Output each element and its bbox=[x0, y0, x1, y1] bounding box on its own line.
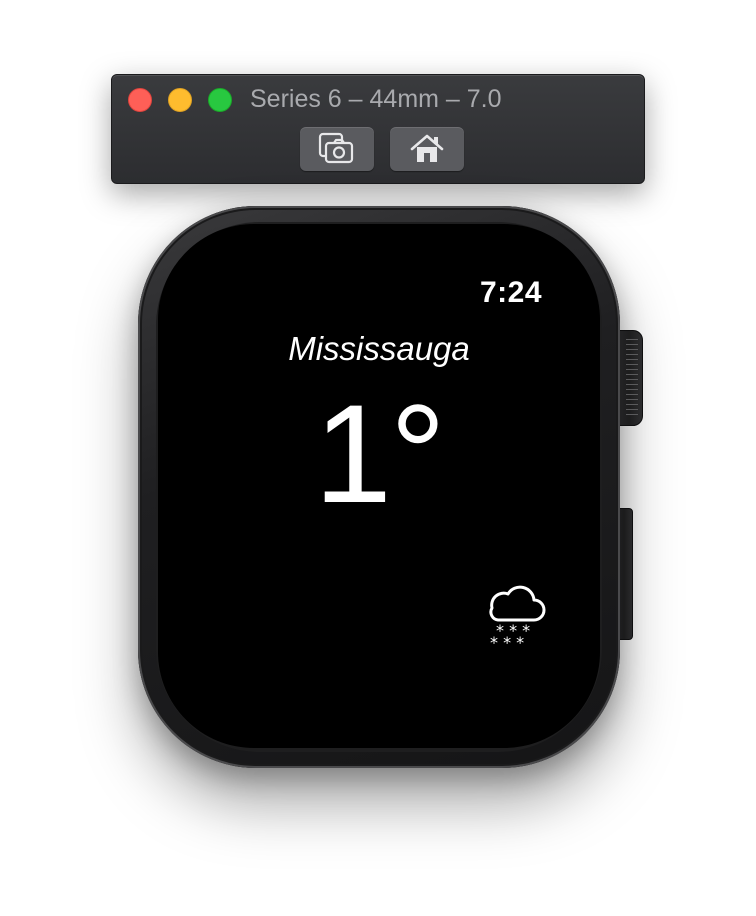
snow-cloud-icon: * * * * * * bbox=[489, 585, 546, 650]
simulator-window: Series 6 – 44mm – 7.0 bbox=[111, 74, 645, 184]
crown-ridges bbox=[626, 339, 638, 417]
simulator-stage: Series 6 – 44mm – 7.0 7:24 Mississauga 1… bbox=[0, 0, 756, 916]
home-button[interactable] bbox=[390, 127, 464, 171]
screenshot-button[interactable] bbox=[300, 127, 374, 171]
camera-icon bbox=[318, 132, 354, 164]
clock-time: 7:24 bbox=[479, 276, 542, 309]
city-name: Mississauga bbox=[288, 330, 470, 367]
svg-text:* * *: * * * bbox=[490, 633, 524, 650]
temperature-value: 1° bbox=[314, 375, 446, 532]
minimize-window-button[interactable] bbox=[168, 88, 192, 112]
watch-screen[interactable]: 7:24 Mississauga 1° * * * * * * bbox=[158, 224, 600, 748]
close-window-button[interactable] bbox=[128, 88, 152, 112]
window-title: Series 6 – 44mm – 7.0 bbox=[250, 85, 502, 113]
zoom-window-button[interactable] bbox=[208, 88, 232, 112]
home-icon bbox=[410, 134, 444, 162]
